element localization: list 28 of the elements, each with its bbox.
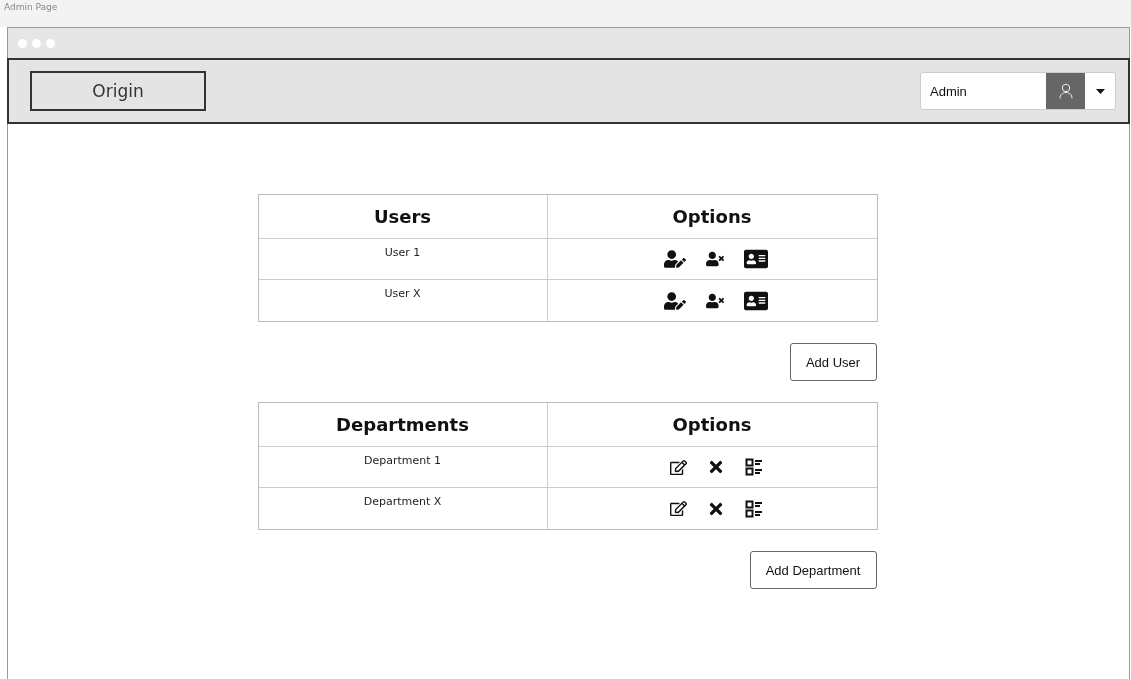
user-menu[interactable]: Admin <box>920 72 1116 110</box>
user-name: Admin <box>929 82 968 101</box>
logo[interactable]: Origin <box>30 71 206 111</box>
add-button[interactable]: Add User <box>789 343 877 381</box>
user-icon <box>1046 73 1085 109</box>
column-header: Options <box>547 403 877 447</box>
user-edit-icon[interactable] <box>664 248 686 270</box>
list-icon[interactable] <box>744 499 763 518</box>
column-header: Users <box>258 195 548 239</box>
column-header: Options <box>547 195 877 239</box>
list-icon[interactable] <box>744 458 763 476</box>
user-edit-icon[interactable] <box>664 289 686 312</box>
edit-icon[interactable] <box>669 500 687 517</box>
page-label: Admin Page <box>3 1 59 14</box>
add-button[interactable]: Add Department <box>749 551 877 589</box>
window-dot <box>32 38 41 48</box>
user-remove-icon[interactable] <box>706 291 724 310</box>
column-header: Departments <box>258 403 548 447</box>
table-cell: Department 1 <box>258 447 548 488</box>
id-card-icon[interactable] <box>744 247 768 271</box>
table-cell: User 1 <box>258 239 548 280</box>
table-cell: Department X <box>258 488 548 529</box>
user-remove-icon[interactable] <box>706 250 724 268</box>
table-cell: User X <box>258 280 548 321</box>
edit-icon[interactable] <box>669 458 687 476</box>
window-dot <box>46 38 55 48</box>
caret-icon[interactable] <box>1095 88 1105 94</box>
window-dot <box>18 38 27 48</box>
